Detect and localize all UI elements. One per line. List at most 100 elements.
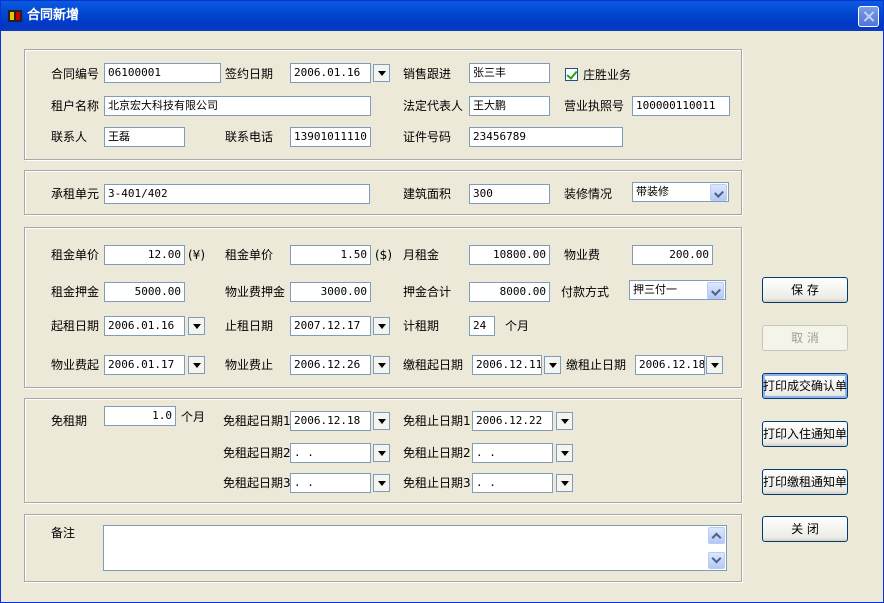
pay-start-label: 缴租起日期 xyxy=(403,358,464,372)
period-label: 计租期 xyxy=(403,319,440,333)
property-fee-label: 物业费 xyxy=(564,248,601,262)
area-input[interactable]: 300 xyxy=(469,184,550,204)
deposit-label: 租金押金 xyxy=(51,285,100,299)
prop-deposit-label: 物业费押金 xyxy=(225,285,286,299)
prop-start-dropdown-icon[interactable] xyxy=(188,356,205,374)
window-title: 合同新增 xyxy=(27,8,80,23)
free-end3-input[interactable]: . . xyxy=(472,473,553,493)
free-end3-dropdown-icon[interactable] xyxy=(556,474,573,492)
print-confirm-button[interactable]: 打印成交确认单 xyxy=(762,373,848,399)
remark-textarea[interactable] xyxy=(103,525,727,571)
pay-method-dropdown-icon[interactable] xyxy=(707,282,724,299)
rent-price2-input[interactable]: 1.50 xyxy=(290,245,371,265)
deposit-input[interactable]: 5000.00 xyxy=(104,282,185,302)
pay-end-dropdown-icon[interactable] xyxy=(706,356,723,374)
pay-end-input[interactable]: 2006.12.18 xyxy=(635,355,705,375)
print-checkin-button[interactable]: 打印入住通知单 xyxy=(762,421,848,447)
license-input[interactable]: 100000110011 xyxy=(632,96,730,116)
title-bar[interactable]: 合同新增 xyxy=(1,1,883,31)
free-end2-input[interactable]: . . xyxy=(472,443,553,463)
free-end2-label: 免租止日期2 xyxy=(403,446,471,460)
prop-end-dropdown-icon[interactable] xyxy=(373,356,390,374)
end-date-dropdown-icon[interactable] xyxy=(373,317,390,335)
free-start3-label: 免租起日期3 xyxy=(223,476,291,490)
free-end1-dropdown-icon[interactable] xyxy=(556,412,573,430)
area-label: 建筑面积 xyxy=(403,187,452,201)
unit-label: 承租单元 xyxy=(51,187,100,201)
free-start2-dropdown-icon[interactable] xyxy=(373,444,390,462)
contact-label: 联系人 xyxy=(51,130,88,144)
start-date-label: 起租日期 xyxy=(51,319,100,333)
zhuangsheng-checkbox[interactable] xyxy=(565,68,578,81)
rent-price-input[interactable]: 12.00 xyxy=(104,245,185,265)
deposit-total-label: 押金合计 xyxy=(403,285,452,299)
prop-start-label: 物业费起 xyxy=(51,358,100,372)
pay-start-input[interactable]: 2006.12.11 xyxy=(472,355,542,375)
scroll-down-icon[interactable] xyxy=(708,552,725,569)
contract-no-input[interactable]: 06100001 xyxy=(104,63,221,83)
free-rent-label: 免租期 xyxy=(51,414,88,428)
prop-end-input[interactable]: 2006.12.26 xyxy=(290,355,371,375)
decor-dropdown-icon[interactable] xyxy=(710,184,727,201)
free-start3-input[interactable]: . . xyxy=(290,473,371,493)
close-icon[interactable] xyxy=(858,6,879,27)
rent-price-label: 租金单价 xyxy=(51,248,100,262)
phone-label: 联系电话 xyxy=(225,130,274,144)
tenant-input[interactable]: 北京宏大科技有限公司 xyxy=(104,96,371,116)
free-start2-input[interactable]: . . xyxy=(290,443,371,463)
deposit-total-input[interactable]: 8000.00 xyxy=(469,282,550,302)
free-start3-dropdown-icon[interactable] xyxy=(373,474,390,492)
sign-date-dropdown-icon[interactable] xyxy=(373,64,390,82)
rent-currency-usd: ($) xyxy=(375,248,392,262)
pay-start-dropdown-icon[interactable] xyxy=(544,356,561,374)
print-payment-button[interactable]: 打印缴租通知单 xyxy=(762,469,848,495)
contact-input[interactable]: 王磊 xyxy=(104,127,185,147)
contract-add-window: 合同新增 合同编号 06100001 签约日期 2006.01.16 销售跟进 … xyxy=(0,0,884,603)
prop-deposit-input[interactable]: 3000.00 xyxy=(290,282,371,302)
sales-label: 销售跟进 xyxy=(403,67,452,81)
unit-input[interactable]: 3-401/402 xyxy=(104,184,370,204)
pay-method-label: 付款方式 xyxy=(561,285,610,299)
free-end2-dropdown-icon[interactable] xyxy=(556,444,573,462)
scroll-up-icon[interactable] xyxy=(708,527,725,544)
property-fee-input[interactable]: 200.00 xyxy=(632,245,713,265)
free-end1-input[interactable]: 2006.12.22 xyxy=(472,411,553,431)
sign-date-label: 签约日期 xyxy=(225,67,274,81)
start-date-dropdown-icon[interactable] xyxy=(188,317,205,335)
sales-input[interactable]: 张三丰 xyxy=(469,63,550,83)
period-unit: 个月 xyxy=(505,319,530,333)
cancel-button[interactable]: 取 消 xyxy=(762,325,848,351)
free-end1-label: 免租止日期1 xyxy=(403,414,471,428)
rent-currency-cny: (¥) xyxy=(188,248,205,262)
monthly-rent-label: 月租金 xyxy=(403,248,440,262)
prop-end-label: 物业费止 xyxy=(225,358,274,372)
sign-date-input[interactable]: 2006.01.16 xyxy=(290,63,371,83)
tenant-label: 租户名称 xyxy=(51,99,100,113)
end-date-label: 止租日期 xyxy=(225,319,274,333)
free-start1-dropdown-icon[interactable] xyxy=(373,412,390,430)
decor-label: 装修情况 xyxy=(564,187,613,201)
remark-label: 备注 xyxy=(51,526,76,540)
legal-label: 法定代表人 xyxy=(403,99,464,113)
pay-end-label: 缴租止日期 xyxy=(566,358,627,372)
close-button[interactable]: 关 闭 xyxy=(762,516,848,542)
end-date-input[interactable]: 2007.12.17 xyxy=(290,316,371,336)
cert-label: 证件号码 xyxy=(403,130,452,144)
monthly-rent-input[interactable]: 10800.00 xyxy=(469,245,550,265)
app-icon xyxy=(8,10,22,22)
free-start1-input[interactable]: 2006.12.18 xyxy=(290,411,371,431)
free-rent-input[interactable]: 1.0 xyxy=(104,406,176,426)
free-start2-label: 免租起日期2 xyxy=(223,446,291,460)
save-button[interactable]: 保 存 xyxy=(762,277,848,303)
start-date-input[interactable]: 2006.01.16 xyxy=(104,316,185,336)
free-start1-label: 免租起日期1 xyxy=(223,414,291,428)
legal-input[interactable]: 王大鹏 xyxy=(469,96,550,116)
period-input[interactable]: 24 xyxy=(469,316,495,336)
license-label: 营业执照号 xyxy=(564,99,625,113)
free-end3-label: 免租止日期3 xyxy=(403,476,471,490)
free-rent-unit: 个月 xyxy=(181,410,206,424)
zhuangsheng-label: 庄胜业务 xyxy=(583,68,632,82)
phone-input[interactable]: 13901011110 xyxy=(290,127,371,147)
cert-input[interactable]: 23456789 xyxy=(469,127,623,147)
prop-start-input[interactable]: 2006.01.17 xyxy=(104,355,185,375)
